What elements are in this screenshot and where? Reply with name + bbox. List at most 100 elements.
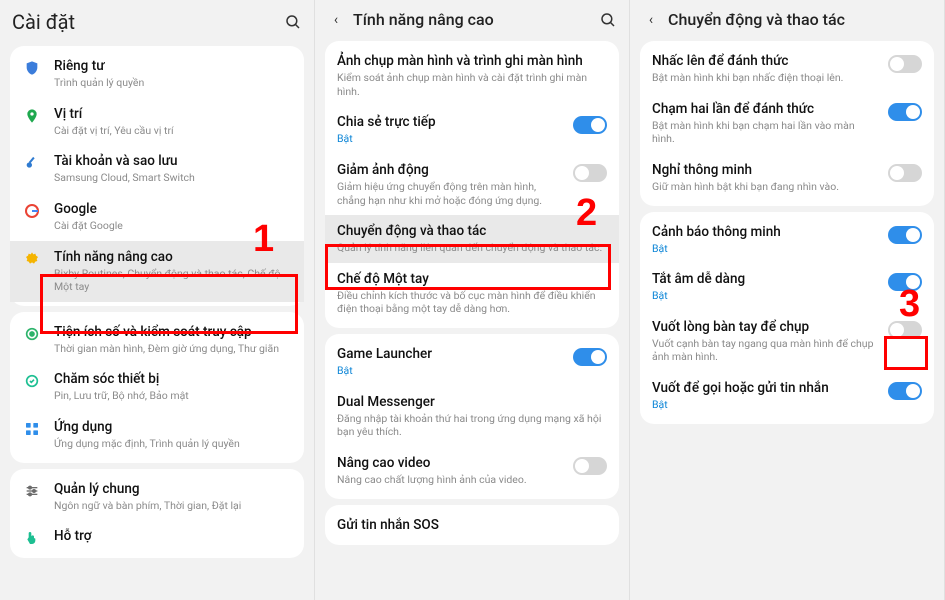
row-video-enhancer[interactable]: Nâng cao video Nâng cao chất lượng hình ả…: [325, 447, 619, 495]
row-label: Nhấc lên để đánh thức: [652, 53, 876, 69]
toggle[interactable]: [888, 382, 922, 400]
access-icon: [22, 326, 42, 342]
row-label: Google: [54, 201, 292, 217]
row-device-care[interactable]: Chăm sóc thiết bị Pin, Lưu trữ, Bộ nhớ, B…: [10, 363, 304, 411]
advanced-list: Ảnh chụp màn hình và trình ghi màn hìnhK…: [315, 35, 629, 557]
row-reduce-animations[interactable]: Giảm ảnh độngGiảm hiệu ứng chuyển động t…: [325, 154, 619, 215]
toggle[interactable]: [888, 321, 922, 339]
row-double-tap-wake[interactable]: Chạm hai lần để đánh thức Bật màn hình kh…: [640, 93, 934, 154]
row-lift-to-wake[interactable]: Nhấc lên để đánh thứcBật màn hình khi bạ…: [640, 45, 934, 93]
toggle[interactable]: [888, 164, 922, 182]
row-one-handed[interactable]: Chế độ Một tay Điều chỉnh kích thước và b…: [325, 263, 619, 324]
row-sub: Bixby Routines, Chuyển động và thao tác,…: [54, 267, 292, 294]
row-label: Tài khoản và sao lưu: [54, 153, 292, 169]
row-palm-swipe-capture[interactable]: Vuốt lòng bàn tay để chụp Vuốt cạnh bàn t…: [640, 311, 934, 372]
panel-header: ‹ Chuyển động và thao tác: [630, 0, 944, 35]
toggle[interactable]: [888, 226, 922, 244]
row-label: Tiện ích số và kiểm soát truy cập: [54, 324, 292, 340]
row-sub: Giữ màn hình bật khi bạn đang nhìn vào.: [652, 180, 876, 194]
card: Quản lý chungNgôn ngữ và bàn phím, Thời …: [10, 469, 304, 559]
row-label: Chăm sóc thiết bị: [54, 371, 292, 387]
row-sub: Điều chỉnh kích thước và bố cục màn hình…: [337, 289, 607, 316]
panel-header: Cài đặt: [0, 0, 314, 40]
settings-list: Riêng tưTrình quản lý quyền Vị trí Cài đặ…: [0, 40, 314, 570]
row-label: Ứng dụng: [54, 419, 292, 435]
row-sub: Bật: [337, 132, 561, 146]
row-direct-share[interactable]: Chia sẻ trực tiếp Bật: [325, 106, 619, 154]
card: Cảnh báo thông minhBật Tắt âm dễ dàngBật…: [640, 212, 934, 424]
row-smart-alert[interactable]: Cảnh báo thông minhBật: [640, 216, 934, 264]
row-location[interactable]: Vị trí Cài đặt vị trí, Yêu cầu vị trí: [10, 98, 304, 146]
row-label: Chạm hai lần để đánh thức: [652, 101, 876, 117]
toggle[interactable]: [573, 457, 607, 475]
row-label: Hỗ trợ: [54, 528, 292, 544]
row-label: Giảm ảnh động: [337, 162, 561, 178]
row-sub: Nâng cao chất lượng hình ảnh của video.: [337, 473, 561, 487]
row-sub: Pin, Lưu trữ, Bộ nhớ, Bảo mật: [54, 389, 292, 403]
row-sub: Vuốt cạnh bàn tay ngang qua màn hình để …: [652, 337, 876, 364]
toggle[interactable]: [888, 103, 922, 121]
pin-icon: [22, 108, 42, 124]
row-privacy[interactable]: Riêng tưTrình quản lý quyền: [10, 50, 304, 98]
toggle[interactable]: [888, 273, 922, 291]
back-icon[interactable]: ‹: [327, 12, 345, 28]
row-smart-stay[interactable]: Nghỉ thông minh Giữ màn hình bật khi bạn …: [640, 154, 934, 202]
row-label: Dual Messenger: [337, 394, 607, 410]
search-icon[interactable]: [599, 11, 617, 29]
row-label: Riêng tư: [54, 58, 292, 74]
row-accounts[interactable]: Tài khoản và sao lưuSamsung Cloud, Smart…: [10, 145, 304, 193]
row-dual-messenger[interactable]: Dual Messenger Đăng nhập tài khoản thứ ha…: [325, 386, 619, 447]
card: Tiện ích số và kiểm soát truy cập Thời gi…: [10, 312, 304, 463]
row-sub: Quản lý tính năng liên quan đến chuyển đ…: [337, 241, 607, 255]
row-general[interactable]: Quản lý chungNgôn ngữ và bàn phím, Thời …: [10, 473, 304, 521]
row-label: Nghỉ thông minh: [652, 162, 876, 178]
row-label: Vuốt để gọi hoặc gửi tin nhắn: [652, 380, 876, 396]
row-motions-gestures[interactable]: Chuyển động và thao tácQuản lý tính năng…: [325, 215, 619, 263]
row-easy-mute[interactable]: Tắt âm dễ dàngBật: [640, 263, 934, 311]
row-label: Vuốt lòng bàn tay để chụp: [652, 319, 876, 335]
gear-icon: [22, 251, 42, 267]
row-label: Tính năng nâng cao: [54, 249, 292, 265]
toggle[interactable]: [573, 164, 607, 182]
settings-panel: Cài đặt Riêng tưTrình quản lý quyền Vị t…: [0, 0, 315, 600]
row-label: Ảnh chụp màn hình và trình ghi màn hình: [337, 53, 607, 69]
row-digital-wellbeing[interactable]: Tiện ích số và kiểm soát truy cập Thời gi…: [10, 316, 304, 364]
page-title: Cài đặt: [12, 10, 276, 34]
hand-icon: [22, 530, 42, 546]
row-sub: Đăng nhập tài khoản thứ hai trong ứng dụ…: [337, 412, 607, 439]
row-apps[interactable]: Ứng dụng Ứng dụng mặc định, Trình quản lý…: [10, 411, 304, 459]
apps-icon: [22, 421, 42, 437]
back-icon[interactable]: ‹: [642, 12, 660, 28]
toggle[interactable]: [888, 55, 922, 73]
row-label: Nâng cao video: [337, 455, 561, 471]
card: Riêng tưTrình quản lý quyền Vị trí Cài đặ…: [10, 46, 304, 306]
toggle[interactable]: [573, 348, 607, 366]
row-swipe-call-message[interactable]: Vuốt để gọi hoặc gửi tin nhắn Bật: [640, 372, 934, 420]
key-icon: [22, 155, 42, 171]
row-sos[interactable]: Gửi tin nhắn SOS: [325, 509, 619, 541]
motions-list: Nhấc lên để đánh thức Bật màn hình khi bạ…: [630, 35, 944, 436]
care-icon: [22, 373, 42, 389]
row-advanced-features[interactable]: Tính năng nâng cao Bixby Routines, Chuyển…: [10, 241, 304, 302]
row-sub: Cài đặt vị trí, Yêu cầu vị trí: [54, 124, 292, 138]
row-game-launcher[interactable]: Game LauncherBật: [325, 338, 619, 386]
google-icon: [22, 203, 42, 219]
row-sub: Bật màn hình khi bạn chạm hai lần vào mà…: [652, 119, 876, 146]
card: Game LauncherBật Dual Messenger Đăng nhập…: [325, 334, 619, 499]
row-sub: Bật: [652, 398, 876, 412]
row-label: Quản lý chung: [54, 481, 292, 497]
row-sub: Thời gian màn hình, Đèm giờ ứng dụng, Th…: [54, 342, 292, 356]
row-screenshots[interactable]: Ảnh chụp màn hình và trình ghi màn hìnhK…: [325, 45, 619, 106]
panel-header: ‹ Tính năng nâng cao: [315, 0, 629, 35]
row-google[interactable]: GoogleCài đặt Google: [10, 193, 304, 241]
toggle[interactable]: [573, 116, 607, 134]
row-sub: Bật: [652, 289, 876, 303]
row-support[interactable]: Hỗ trợ: [10, 520, 304, 554]
row-label: Vị trí: [54, 106, 292, 122]
row-sub: Ứng dụng mặc định, Trình quản lý quyền: [54, 437, 292, 451]
motions-panel: ‹ Chuyển động và thao tác Nhấc lên để đá…: [630, 0, 945, 600]
card: Nhấc lên để đánh thức Bật màn hình khi bạ…: [640, 41, 934, 206]
search-icon[interactable]: [284, 13, 302, 31]
row-label: Chế độ Một tay: [337, 271, 607, 287]
row-label: Chia sẻ trực tiếp: [337, 114, 561, 130]
